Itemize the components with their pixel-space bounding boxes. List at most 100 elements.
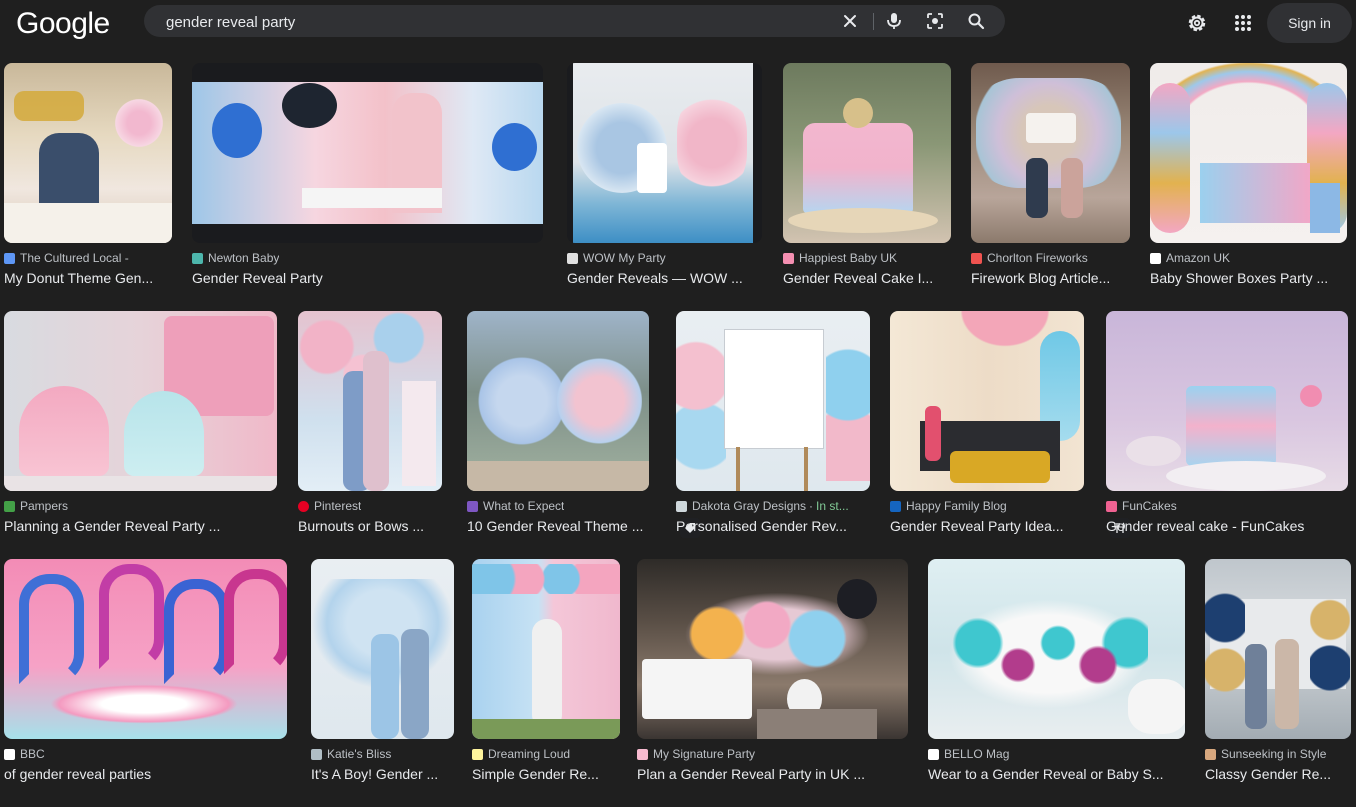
result-source[interactable]: Amazon UK — [1150, 251, 1230, 265]
favicon-icon — [4, 500, 15, 512]
result-title[interactable]: It's A Boy! Gender ... — [311, 766, 451, 784]
favicon-icon — [1205, 748, 1216, 760]
image-result[interactable]: Happiest Baby UK Gender Reveal Cake I... — [779, 63, 957, 298]
result-source[interactable]: BBC — [4, 747, 45, 761]
image-result[interactable]: BELLO Mag Wear to a Gender Reveal or Bab… — [924, 559, 1192, 794]
result-thumbnail[interactable] — [472, 559, 620, 739]
result-title[interactable]: Gender Reveal Party — [192, 270, 542, 288]
result-title[interactable]: My Donut Theme Gen... — [4, 270, 169, 288]
image-result[interactable]: Dreaming Loud Simple Gender Re... — [468, 559, 628, 794]
result-title[interactable]: Wear to a Gender Reveal or Baby S... — [928, 766, 1183, 784]
result-source[interactable]: BELLO Mag — [928, 747, 1009, 761]
result-thumbnail[interactable] — [298, 311, 442, 491]
settings-gear-icon[interactable] — [1184, 10, 1210, 36]
result-thumbnail[interactable] — [890, 311, 1084, 491]
favicon-icon — [472, 748, 483, 760]
result-title[interactable]: Classy Gender Re... — [1205, 766, 1347, 784]
favicon-icon — [311, 748, 322, 760]
search-icon[interactable] — [960, 5, 992, 37]
favicon-icon — [928, 748, 939, 760]
result-thumbnail[interactable] — [4, 559, 287, 739]
result-source[interactable]: The Cultured Local - — [4, 251, 129, 265]
google-logo[interactable]: Google — [16, 7, 110, 41]
favicon-icon — [567, 252, 578, 264]
result-thumbnail[interactable] — [928, 559, 1185, 739]
favicon-icon — [4, 252, 15, 264]
result-title[interactable]: Planning a Gender Reveal Party ... — [4, 518, 274, 536]
apps-grid-icon[interactable] — [1230, 10, 1256, 36]
image-result[interactable]: What to Expect 10 Gender Reveal Theme ..… — [463, 311, 657, 546]
result-source[interactable]: Happiest Baby UK — [783, 251, 897, 265]
favicon-icon — [1150, 252, 1161, 264]
image-result[interactable]: The Cultured Local - My Donut Theme Gen.… — [0, 63, 177, 298]
favicon-icon — [192, 252, 203, 264]
result-source[interactable]: Pampers — [4, 499, 68, 513]
result-thumbnail[interactable] — [4, 311, 277, 491]
result-thumbnail[interactable] — [1106, 311, 1348, 491]
image-result[interactable]: Dakota Gray Designs · In st... Personali… — [672, 311, 878, 546]
result-title[interactable]: Personalised Gender Rev... — [676, 518, 861, 536]
result-source[interactable]: Happy Family Blog — [890, 499, 1007, 513]
result-source[interactable]: WOW My Party — [567, 251, 666, 265]
microphone-icon[interactable] — [878, 5, 910, 37]
favicon-icon — [676, 500, 687, 512]
result-thumbnail[interactable] — [192, 63, 543, 243]
camera-lens-icon[interactable] — [919, 5, 951, 37]
result-title[interactable]: 10 Gender Reveal Theme ... — [467, 518, 652, 536]
result-title[interactable]: Baby Shower Boxes Party ... — [1150, 270, 1340, 288]
image-result[interactable]: Pinterest Burnouts or Bows ... — [294, 311, 447, 546]
result-source[interactable]: Pinterest — [298, 499, 361, 513]
result-thumbnail[interactable] — [1205, 559, 1351, 739]
result-thumbnail[interactable] — [4, 63, 172, 243]
result-thumbnail[interactable] — [467, 311, 649, 491]
image-result[interactable]: FunCakes Gender reveal cake - FunCakes — [1102, 311, 1356, 546]
results-row-2: Pampers Planning a Gender Reveal Party .… — [0, 311, 1356, 559]
result-title[interactable]: Gender Reveal Party Idea... — [890, 518, 1080, 536]
search-box[interactable] — [144, 5, 1005, 39]
in-stock-label: In st... — [816, 499, 849, 513]
favicon-icon — [467, 500, 478, 512]
result-thumbnail[interactable] — [783, 63, 951, 243]
result-title[interactable]: Burnouts or Bows ... — [298, 518, 438, 536]
image-result[interactable]: Katie's Bliss It's A Boy! Gender ... — [307, 559, 460, 794]
result-title[interactable]: Firework Blog Article... — [971, 270, 1126, 288]
result-title[interactable]: Plan a Gender Reveal Party in UK ... — [637, 766, 907, 784]
result-title[interactable]: of gender reveal parties — [4, 766, 284, 784]
search-input[interactable] — [164, 5, 818, 39]
sign-in-button[interactable]: Sign in — [1267, 3, 1352, 43]
image-result[interactable]: My Signature Party Plan a Gender Reveal … — [633, 559, 916, 794]
result-source[interactable]: What to Expect — [467, 499, 564, 513]
result-source[interactable]: FunCakes — [1106, 499, 1177, 513]
result-title[interactable]: Gender Reveals — WOW ... — [567, 270, 757, 288]
image-result[interactable]: Pampers Planning a Gender Reveal Party .… — [0, 311, 281, 546]
result-thumbnail[interactable] — [676, 311, 870, 491]
result-title[interactable]: Gender reveal cake - FunCakes — [1106, 518, 1346, 536]
image-result[interactable]: Chorlton Fireworks Firework Blog Article… — [967, 63, 1137, 298]
result-thumbnail[interactable] — [311, 559, 454, 739]
result-source[interactable]: Chorlton Fireworks — [971, 251, 1088, 265]
result-title[interactable]: Gender Reveal Cake I... — [783, 270, 943, 288]
clear-icon[interactable] — [834, 5, 866, 37]
result-thumbnail[interactable] — [1150, 63, 1347, 243]
image-result[interactable]: Happy Family Blog Gender Reveal Party Id… — [886, 311, 1094, 546]
result-thumbnail[interactable] — [567, 63, 762, 243]
top-bar: Google Sign in — [0, 0, 1356, 50]
result-title[interactable]: Simple Gender Re... — [472, 766, 622, 784]
result-source[interactable]: Sunseeking in Style — [1205, 747, 1326, 761]
favicon-icon — [4, 748, 15, 760]
result-source[interactable]: Newton Baby — [192, 251, 279, 265]
result-source[interactable]: My Signature Party — [637, 747, 755, 761]
image-result[interactable]: WOW My Party Gender Reveals — WOW ... — [563, 63, 770, 298]
favicon-icon — [298, 500, 309, 512]
favicon-icon — [637, 748, 648, 760]
image-result[interactable]: BBC of gender reveal parties — [0, 559, 295, 794]
result-source[interactable]: Dreaming Loud — [472, 747, 570, 761]
result-thumbnail[interactable] — [971, 63, 1130, 243]
result-source[interactable]: Katie's Bliss — [311, 747, 391, 761]
image-result[interactable]: Amazon UK Baby Shower Boxes Party ... — [1146, 63, 1356, 298]
image-result[interactable]: Sunseeking in Style Classy Gender Re... — [1201, 559, 1356, 794]
result-source[interactable]: Dakota Gray Designs · In st... — [676, 499, 849, 513]
results-row-3: BBC of gender reveal parties Katie's Bli… — [0, 559, 1356, 807]
image-result[interactable]: Newton Baby Gender Reveal Party — [188, 63, 551, 298]
result-thumbnail[interactable] — [637, 559, 908, 739]
